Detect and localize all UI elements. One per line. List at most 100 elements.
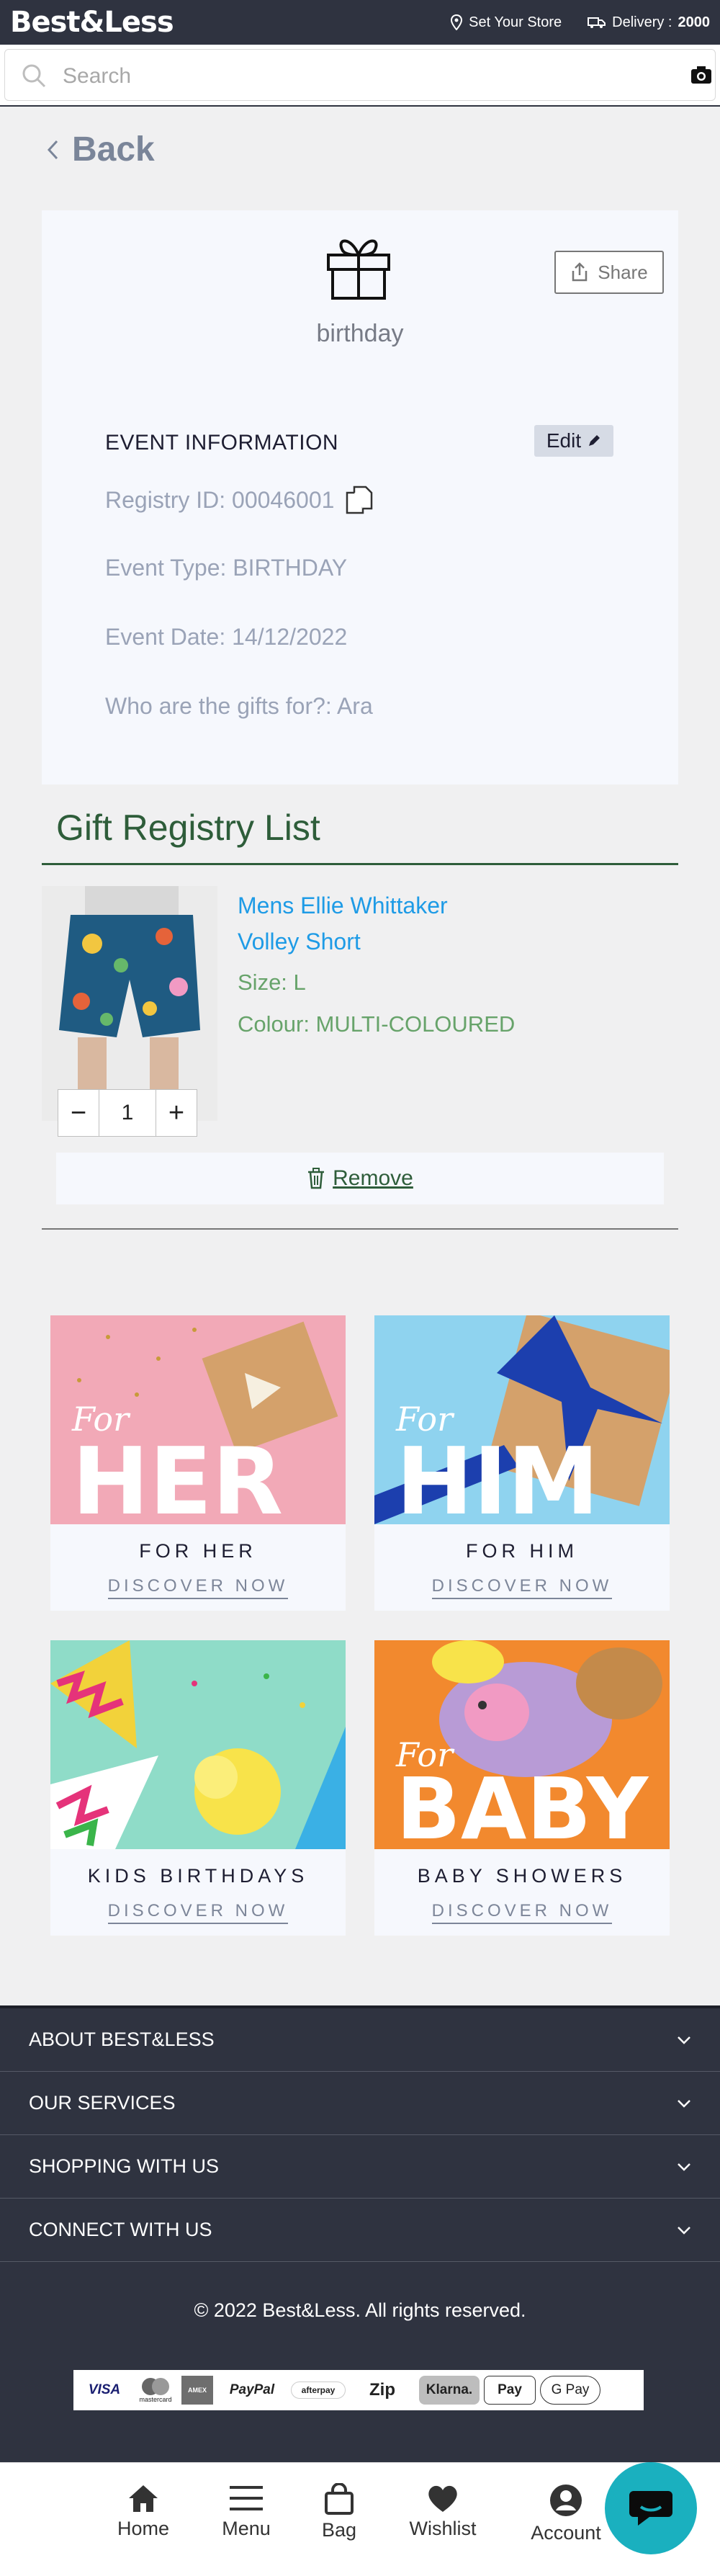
search-bar: Search xyxy=(0,45,720,107)
footer-section-about[interactable]: ABOUT BEST&LESS xyxy=(0,2008,720,2072)
nav-account-label: Account xyxy=(531,2522,601,2544)
quantity-value[interactable]: 1 xyxy=(99,1090,156,1136)
event-date: Event Date: 14/12/2022 xyxy=(105,624,348,650)
heart-icon xyxy=(428,2485,457,2512)
apple-pay-logo: Pay xyxy=(484,2376,536,2405)
search-input[interactable]: Search xyxy=(4,49,716,101)
product-size: Size: L xyxy=(238,970,306,995)
increase-qty-button[interactable]: + xyxy=(156,1090,197,1136)
footer-section-label: SHOPPING WITH US xyxy=(29,2155,220,2177)
back-button[interactable]: Back xyxy=(46,130,155,169)
set-store-label: Set Your Store xyxy=(469,14,562,30)
back-label: Back xyxy=(72,130,155,169)
top-header: Best&Less Set Your Store Delivery : 2000 xyxy=(0,0,720,45)
event-name: birthday xyxy=(316,320,404,347)
tile-kids-birthdays[interactable]: KIDS BIRTHDAYS DISCOVER NOW xyxy=(50,1640,346,1936)
delivery-label: Delivery : xyxy=(612,14,672,30)
nav-bag[interactable]: Bag xyxy=(296,2483,382,2541)
tile-image-baby: For BABY xyxy=(374,1640,670,1849)
nav-wishlist[interactable]: Wishlist xyxy=(400,2483,486,2540)
home-icon xyxy=(129,2485,158,2512)
tile-title: FOR HER xyxy=(139,1540,257,1562)
quantity-stepper: − 1 + xyxy=(58,1089,197,1137)
amex-logo: AMEX xyxy=(181,2376,213,2405)
menu-icon xyxy=(230,2486,263,2510)
tile-for-her[interactable]: For HER FOR HER DISCOVER NOW xyxy=(50,1315,346,1611)
tile-image-her: For HER xyxy=(50,1315,346,1524)
nav-bag-label: Bag xyxy=(321,2519,357,2541)
account-icon xyxy=(550,2485,582,2516)
nav-home[interactable]: Home xyxy=(100,2483,186,2540)
footer: ABOUT BEST&LESS OUR SERVICES SHOPPING WI… xyxy=(0,2005,720,2462)
footer-section-label: ABOUT BEST&LESS xyxy=(29,2029,215,2050)
tile-him-big: HIM xyxy=(396,1428,599,1524)
chat-button[interactable] xyxy=(605,2462,697,2554)
registry-title: Gift Registry List xyxy=(56,808,320,848)
copy-icon[interactable] xyxy=(344,484,376,516)
event-card: birthday Share EVENT INFORMATION Edit Re… xyxy=(42,210,678,784)
chevron-left-icon xyxy=(47,140,58,159)
search-placeholder: Search xyxy=(63,64,132,88)
event-info-heading: EVENT INFORMATION xyxy=(105,431,339,455)
mastercard-logo: mastercard xyxy=(134,2376,177,2405)
delivery-link[interactable]: Delivery : 2000 xyxy=(588,14,710,31)
registry-id-row: Registry ID: 00046001 xyxy=(105,484,376,516)
set-store-link[interactable]: Set Your Store xyxy=(450,14,562,31)
tile-cta[interactable]: DISCOVER NOW xyxy=(50,1901,346,1924)
afterpay-logo: afterpay xyxy=(291,2382,346,2399)
share-button[interactable]: Share xyxy=(554,251,664,294)
chevron-down-icon xyxy=(678,2036,690,2044)
divider xyxy=(42,863,678,865)
event-type: Event Type: BIRTHDAY xyxy=(105,555,348,581)
klarna-logo: Klarna. xyxy=(419,2376,480,2405)
gifts-for: Who are the gifts for?: Ara xyxy=(105,693,373,719)
nav-menu-label: Menu xyxy=(222,2518,271,2539)
product-colour: Colour: MULTI-COLOURED xyxy=(238,1011,516,1037)
footer-section-label: OUR SERVICES xyxy=(29,2092,176,2114)
registry-id: Registry ID: 00046001 xyxy=(105,486,335,513)
product-photo xyxy=(42,886,217,1121)
brand-logo[interactable]: Best&Less xyxy=(10,6,174,39)
truck-icon xyxy=(588,17,606,28)
product-name-link[interactable]: Mens Ellie Whittaker Volley Short xyxy=(238,887,497,960)
tile-title: FOR HIM xyxy=(466,1540,578,1562)
visa-logo: VISA xyxy=(88,2382,121,2397)
edit-button[interactable]: Edit xyxy=(534,425,613,457)
chevron-down-icon xyxy=(678,2099,690,2108)
tile-baby-showers[interactable]: For BABY BABY SHOWERS DISCOVER NOW xyxy=(374,1640,670,1936)
chevron-down-icon xyxy=(678,2226,690,2235)
tile-for-him[interactable]: For HIM FOR HIM DISCOVER NOW xyxy=(374,1315,670,1611)
tile-title: BABY SHOWERS xyxy=(417,1865,627,1887)
decrease-qty-button[interactable]: − xyxy=(58,1090,99,1136)
product-name-line1: Mens Ellie Whittaker xyxy=(238,893,448,918)
payment-methods: VISA mastercard AMEX PayPal afterpay Zip… xyxy=(73,2370,644,2410)
share-label: Share xyxy=(598,261,648,283)
delivery-postcode: 2000 xyxy=(678,14,711,30)
nav-menu[interactable]: Menu xyxy=(203,2483,289,2540)
nav-home-label: Home xyxy=(117,2518,170,2539)
tile-her-big: HER xyxy=(72,1428,283,1524)
trash-icon xyxy=(308,1168,325,1189)
tile-cta[interactable]: DISCOVER NOW xyxy=(374,1576,670,1599)
divider xyxy=(42,1228,678,1230)
tile-cta[interactable]: DISCOVER NOW xyxy=(50,1576,346,1599)
tile-baby-big: BABY xyxy=(396,1759,649,1849)
footer-section-label: CONNECT WITH US xyxy=(29,2219,212,2240)
remove-button[interactable]: Remove xyxy=(56,1153,664,1204)
product-name-line2: Volley Short xyxy=(238,929,361,954)
footer-section-shopping[interactable]: SHOPPING WITH US xyxy=(0,2135,720,2199)
tile-cta[interactable]: DISCOVER NOW xyxy=(374,1901,670,1924)
footer-section-services[interactable]: OUR SERVICES xyxy=(0,2072,720,2135)
camera-icon[interactable] xyxy=(690,66,712,84)
nav-wishlist-label: Wishlist xyxy=(409,2518,477,2539)
location-pin-icon xyxy=(451,14,463,30)
zip-logo: Zip xyxy=(369,2380,395,2400)
remove-label: Remove xyxy=(333,1166,413,1190)
footer-section-connect[interactable]: CONNECT WITH US xyxy=(0,2199,720,2262)
chevron-down-icon xyxy=(678,2163,690,2171)
share-icon xyxy=(572,262,588,282)
pencil-icon xyxy=(589,435,600,446)
product-image[interactable] xyxy=(42,886,217,1121)
chat-bubble-icon xyxy=(629,2491,672,2526)
nav-account[interactable]: Account xyxy=(523,2483,609,2544)
